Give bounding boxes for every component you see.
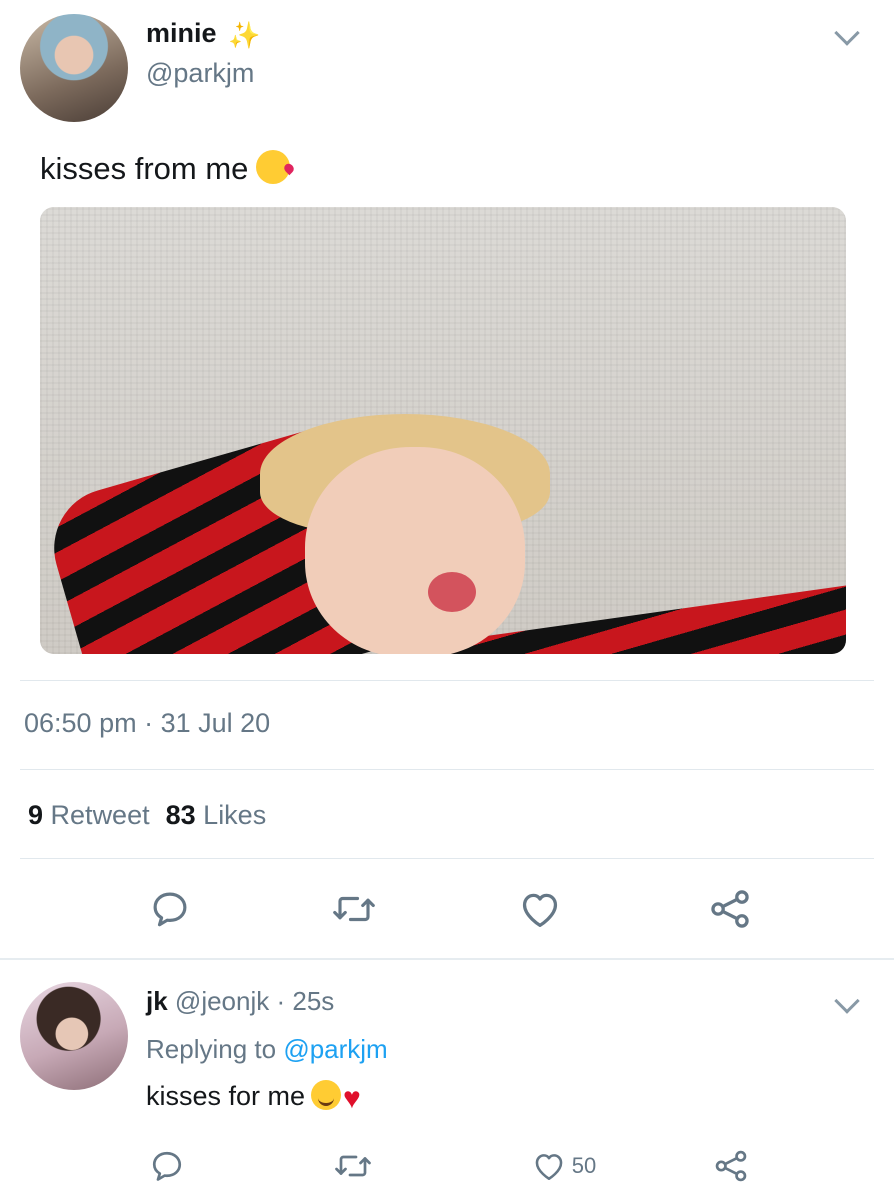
like-icon	[522, 893, 558, 927]
handle[interactable]: @parkjm	[146, 58, 254, 89]
share-button[interactable]	[700, 884, 760, 934]
engagement-stats: 9 Retweet 83 Likes	[28, 800, 266, 831]
divider	[20, 769, 874, 770]
retweet-button[interactable]	[324, 884, 384, 934]
reply-header: jk @jeonjk · 25s	[146, 986, 334, 1017]
reply-text-content: kisses for me	[146, 1081, 306, 1111]
retweet-count[interactable]: 9	[28, 800, 43, 830]
sparkle-icon: ✨	[228, 20, 261, 50]
reply-reply-button[interactable]	[142, 1146, 192, 1186]
avatar[interactable]	[20, 14, 128, 122]
share-icon	[715, 1150, 747, 1182]
like-button[interactable]	[510, 884, 570, 934]
retweet-label[interactable]: Retweet	[51, 800, 150, 830]
reply-icon	[152, 1151, 182, 1181]
display-name[interactable]: minie	[146, 18, 217, 49]
reply-avatar[interactable]	[20, 982, 128, 1090]
reply-text: kisses for me ♥	[146, 1080, 361, 1116]
photo-face	[305, 447, 525, 654]
smiling-face-emoji	[311, 1080, 342, 1110]
reply-dot: ·	[276, 986, 286, 1016]
reply-handle[interactable]: @jeonjk	[175, 986, 269, 1016]
photo-lips	[428, 572, 476, 612]
reply-button[interactable]	[140, 884, 200, 934]
section-divider	[0, 958, 894, 960]
red-heart-emoji: ♥	[343, 1082, 361, 1115]
reply-retweet-button[interactable]	[328, 1146, 378, 1186]
reply-like-count: 50	[571, 1153, 597, 1178]
chevron-down-icon[interactable]	[834, 20, 860, 46]
reply-icon	[153, 892, 187, 927]
likes-count[interactable]: 83	[166, 800, 196, 830]
replying-prefix: Replying to	[146, 1034, 277, 1064]
reply-time[interactable]: 25s	[292, 986, 334, 1016]
like-icon	[535, 1154, 563, 1181]
reply-chevron-down-icon[interactable]	[834, 988, 860, 1014]
kissing-face-emoji	[256, 150, 291, 184]
tweet-text: kisses from me	[40, 150, 291, 187]
replying-mention[interactable]: @parkjm	[283, 1034, 387, 1064]
likes-label[interactable]: Likes	[203, 800, 266, 830]
reply-like-button[interactable]: 50	[524, 1146, 604, 1186]
retweet-icon	[335, 1155, 371, 1177]
tweet-text-content: kisses from me	[40, 151, 249, 186]
divider	[20, 680, 874, 681]
replying-to: Replying to @parkjm	[146, 1034, 388, 1065]
divider	[20, 858, 874, 859]
timestamp[interactable]: 06:50 pm · 31 Jul 20	[24, 708, 270, 739]
reply-display-name[interactable]: jk	[146, 986, 168, 1016]
reply-share-button[interactable]	[706, 1146, 756, 1186]
share-icon	[711, 890, 749, 928]
tweet-photo[interactable]	[40, 207, 846, 654]
retweet-icon	[333, 896, 375, 922]
